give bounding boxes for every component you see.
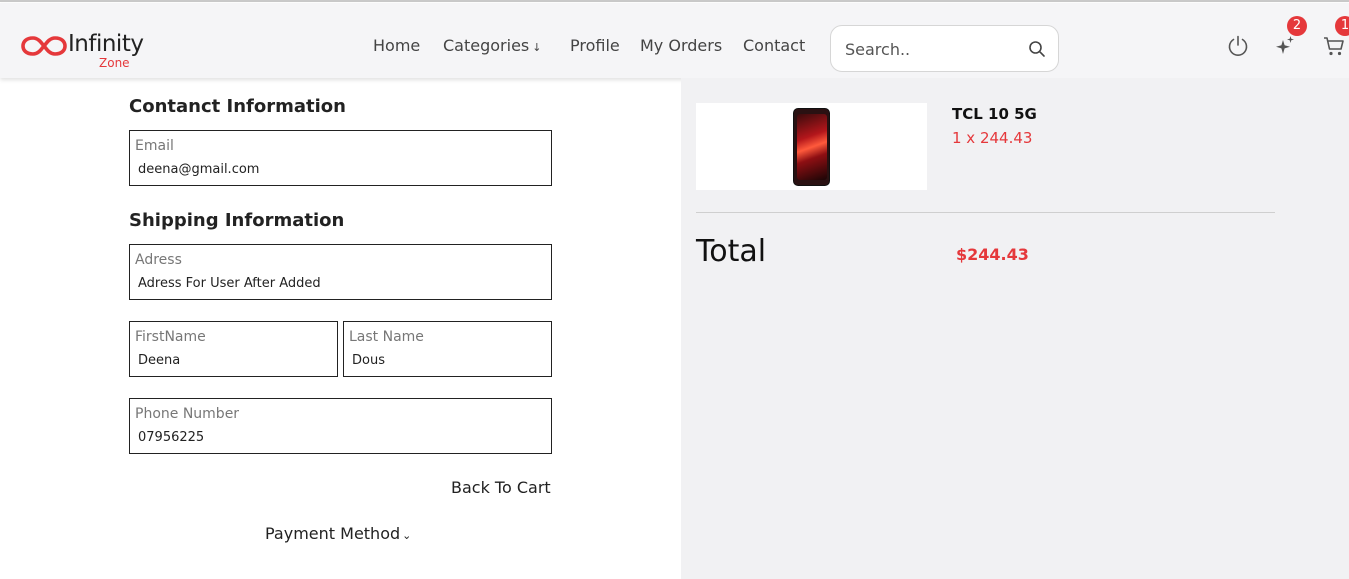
wishlist-count-badge: 2: [1287, 16, 1307, 36]
arrow-down-icon: ↓: [532, 41, 542, 54]
phone-number-value: 07956225: [138, 430, 205, 445]
chevron-down-icon: ⌄: [402, 529, 412, 542]
contact-info-title: Contanct Information: [129, 96, 346, 117]
sparkle-icon[interactable]: [1273, 34, 1297, 58]
email-field[interactable]: Email deena@gmail.com: [129, 130, 552, 186]
address-field[interactable]: Adress Adress For User After Added: [129, 244, 552, 300]
search-box: [830, 25, 1059, 72]
nav-categories[interactable]: Categories ↓: [443, 36, 541, 55]
top-border: [0, 0, 1349, 2]
first-name-label: FirstName: [135, 329, 206, 345]
site-header: Infinity Zone Home Categories ↓ Profile M…: [0, 3, 1349, 78]
brand-sub: Zone: [99, 56, 130, 70]
search-icon[interactable]: [1028, 40, 1046, 58]
power-icon[interactable]: [1226, 34, 1250, 58]
email-label: Email: [135, 138, 174, 154]
cart-count-badge: 1: [1335, 16, 1349, 36]
cart-icon[interactable]: [1322, 34, 1346, 58]
phone-number-label: Phone Number: [135, 406, 240, 422]
nav-profile[interactable]: Profile: [570, 36, 620, 55]
total-value: $244.43: [956, 245, 1029, 264]
product-image: [696, 103, 927, 190]
phone-image: [793, 108, 830, 186]
payment-method-toggle[interactable]: Payment Method ⌄: [265, 524, 411, 543]
summary-divider: [696, 212, 1275, 213]
brand-logo[interactable]: Infinity Zone: [21, 31, 161, 75]
last-name-label: Last Name: [349, 329, 424, 345]
nav-home[interactable]: Home: [373, 36, 420, 55]
email-value: deena@gmail.com: [138, 162, 260, 177]
product-quantity-price: 1 x 244.43: [952, 129, 1033, 147]
address-value: Adress For User After Added: [138, 276, 321, 291]
last-name-value: Dous: [352, 353, 385, 368]
brand-name: Infinity: [68, 31, 144, 57]
nav-contact[interactable]: Contact: [743, 36, 805, 55]
search-input[interactable]: [845, 38, 1015, 60]
back-to-cart-link[interactable]: Back To Cart: [451, 478, 551, 497]
total-label: Total: [696, 234, 767, 269]
nav-my-orders[interactable]: My Orders: [640, 36, 722, 55]
payment-method-label: Payment Method: [265, 524, 401, 543]
nav-categories-label: Categories: [443, 36, 530, 55]
shipping-info-title: Shipping Information: [129, 210, 345, 231]
infinity-logo-icon: [21, 36, 67, 56]
phone-number-field[interactable]: Phone Number 07956225: [129, 398, 552, 454]
first-name-field[interactable]: FirstName Deena: [129, 321, 338, 377]
last-name-field[interactable]: Last Name Dous: [343, 321, 552, 377]
first-name-value: Deena: [138, 353, 181, 368]
product-name: TCL 10 5G: [952, 105, 1037, 123]
address-label: Adress: [135, 252, 182, 268]
